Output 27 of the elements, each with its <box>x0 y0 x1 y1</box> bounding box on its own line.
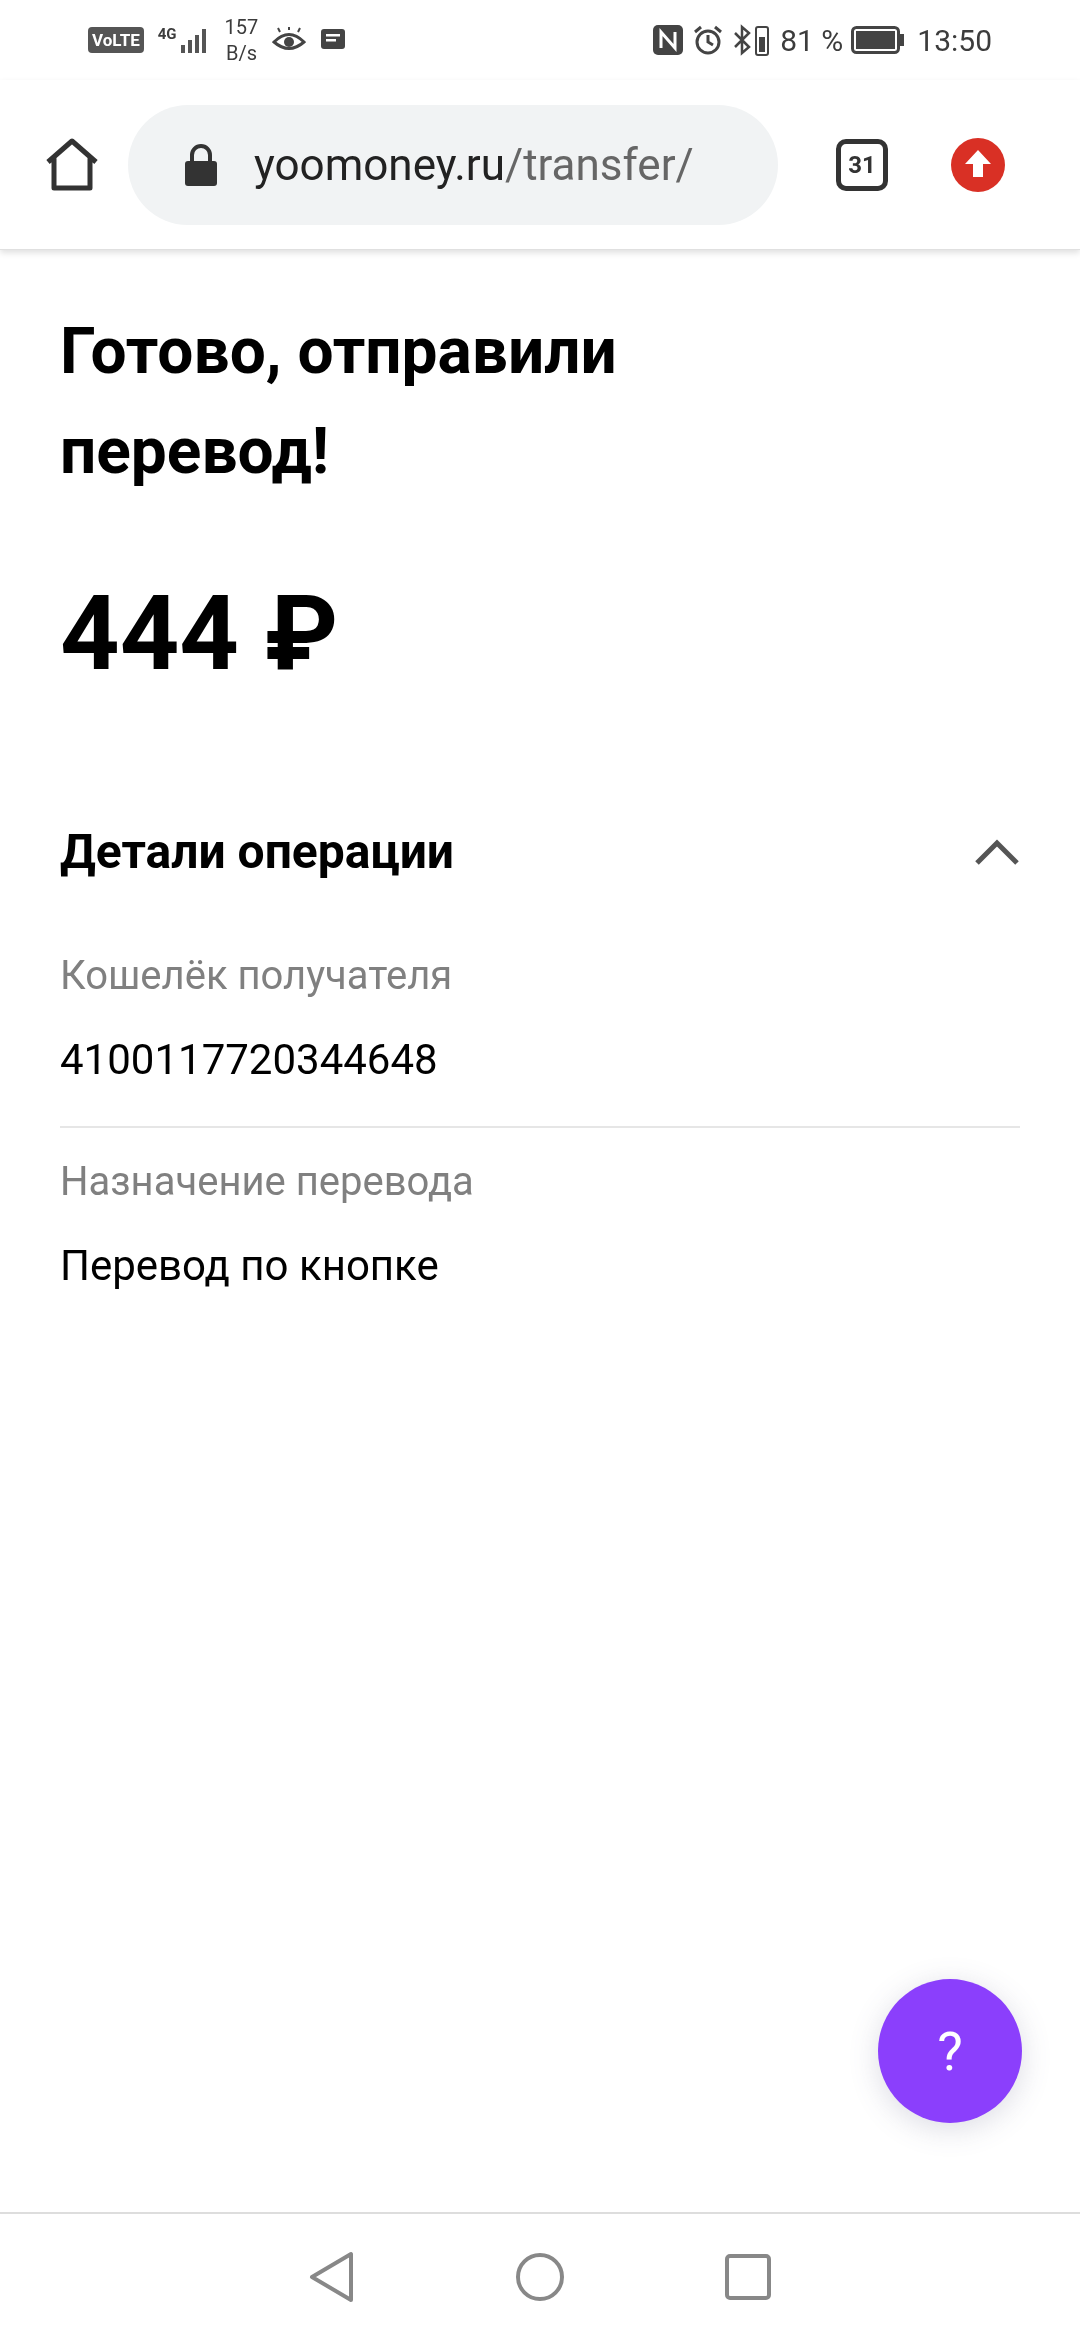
network-type: 4G <box>157 27 177 42</box>
address-bar[interactable]: yoomoney.ru/transfer/ <box>128 104 778 225</box>
network-speed: 157 <box>224 14 259 40</box>
help-button[interactable]: ? <box>878 1979 1022 2123</box>
tab-count-button[interactable]: 31 <box>836 138 888 191</box>
volte-badge: VoLTE <box>88 27 144 53</box>
detail-value: 4100117720344648 <box>60 1034 439 1086</box>
lock-icon <box>184 142 218 187</box>
page-title: Готово, отправили перевод! <box>60 313 618 491</box>
detail-label: Кошелёк получателя <box>60 951 454 1001</box>
recents-square-icon[interactable] <box>725 2254 771 2300</box>
message-icon <box>320 28 347 52</box>
battery-percent: 81 % <box>780 21 844 60</box>
detail-value: Перевод по кнопке <box>60 1240 440 1292</box>
url-text: yoomoney.ru/transfer/ <box>254 137 694 193</box>
speed-unit: B/s <box>225 40 257 66</box>
details-header[interactable]: Детали операции <box>60 812 1020 892</box>
alarm-icon <box>692 24 725 56</box>
eye-icon <box>272 27 307 53</box>
back-icon[interactable] <box>309 2251 355 2303</box>
nfc-icon <box>652 24 685 56</box>
detail-label: Назначение перевода <box>60 1157 475 1207</box>
home-icon[interactable] <box>44 137 100 192</box>
battery-icon <box>851 26 906 54</box>
clock-time: 13:50 <box>917 21 992 60</box>
home-circle-icon[interactable] <box>515 2252 565 2302</box>
amount: 444 ₽ <box>60 574 340 694</box>
